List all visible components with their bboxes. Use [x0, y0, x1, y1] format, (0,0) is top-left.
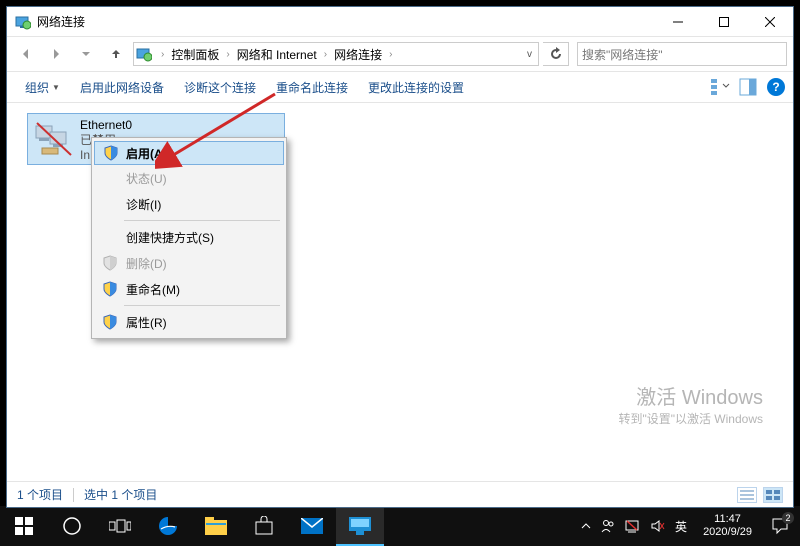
breadcrumb-network-internet[interactable]: 网络和 Internet	[235, 44, 319, 65]
organize-button[interactable]: 组织▼	[15, 75, 70, 100]
ctx-status: 状态(U)	[94, 165, 284, 191]
titlebar: 网络连接	[7, 7, 793, 37]
search-box[interactable]: 搜索"网络连接"	[577, 42, 787, 66]
watermark-line1: 激活 Windows	[618, 381, 763, 410]
status-bar: 1 个项目 选中 1 个项目	[7, 481, 793, 507]
network-tray-icon[interactable]	[625, 519, 641, 533]
volume-tray-icon[interactable]	[651, 519, 665, 533]
app-icon	[15, 14, 31, 30]
ctx-separator	[124, 220, 280, 221]
adapter-name: Ethernet0	[80, 118, 132, 133]
window-title: 网络连接	[37, 13, 85, 30]
ctx-rename[interactable]: 重命名(M)	[94, 276, 284, 302]
taskbar-tray-area: 英 11:47 2020/9/29 2	[573, 506, 800, 546]
details-view-button[interactable]	[737, 487, 757, 503]
recent-button[interactable]	[73, 41, 99, 67]
change-settings-button[interactable]: 更改此连接的设置	[358, 75, 474, 100]
breadcrumb-network-connections[interactable]: 网络连接	[332, 44, 384, 65]
ctx-delete: 删除(D)	[94, 250, 284, 276]
shield-icon	[103, 145, 119, 161]
shield-icon	[102, 255, 118, 271]
edge-taskbar-icon[interactable]	[144, 506, 192, 546]
taskbar: 英 11:47 2020/9/29 2	[0, 506, 800, 546]
start-button[interactable]	[0, 506, 48, 546]
mail-taskbar-icon[interactable]	[288, 506, 336, 546]
explorer-window: 网络连接 › 控制面板 › 网络和 Internet › 网络连接 › v	[6, 6, 794, 508]
clock-time: 11:47	[703, 513, 752, 526]
ime-indicator[interactable]: 英	[675, 518, 687, 535]
command-toolbar: 组织▼ 启用此网络设备 诊断这个连接 重命名此连接 更改此连接的设置 ?	[7, 71, 793, 103]
view-options-button[interactable]	[711, 78, 729, 96]
ctx-diagnose[interactable]: 诊断(I)	[94, 191, 284, 217]
search-placeholder: 搜索"网络连接"	[582, 46, 663, 63]
diagnose-button[interactable]: 诊断这个连接	[174, 75, 266, 100]
activation-watermark: 激活 Windows 转到"设置"以激活 Windows	[618, 381, 763, 427]
notification-badge: 2	[782, 512, 794, 524]
task-view-button[interactable]	[96, 506, 144, 546]
watermark-line2: 转到"设置"以激活 Windows	[618, 410, 763, 427]
breadcrumb-control-panel[interactable]: 控制面板	[169, 44, 221, 65]
clock-date: 2020/9/29	[703, 526, 752, 539]
refresh-button[interactable]	[543, 42, 569, 66]
status-selected-count: 选中 1 个项目	[84, 486, 157, 503]
ctx-enable[interactable]: 启用(A)	[94, 141, 284, 165]
address-icon	[136, 46, 152, 62]
status-separator	[73, 488, 74, 502]
taskbar-clock[interactable]: 11:47 2020/9/29	[695, 513, 760, 539]
minimize-button[interactable]	[655, 7, 701, 37]
store-taskbar-icon[interactable]	[240, 506, 288, 546]
shield-icon	[102, 314, 118, 330]
shield-icon	[102, 281, 118, 297]
forward-button[interactable]	[43, 41, 69, 67]
back-button[interactable]	[13, 41, 39, 67]
ctx-create-shortcut[interactable]: 创建快捷方式(S)	[94, 224, 284, 250]
enable-device-button[interactable]: 启用此网络设备	[70, 75, 174, 100]
close-button[interactable]	[747, 7, 793, 37]
help-button[interactable]: ?	[767, 78, 785, 96]
chevron-right-icon[interactable]: ›	[319, 49, 332, 60]
file-explorer-taskbar-icon[interactable]	[192, 506, 240, 546]
ctx-properties[interactable]: 属性(R)	[94, 309, 284, 335]
action-center-button[interactable]: 2	[760, 506, 800, 546]
ctx-separator	[124, 305, 280, 306]
chevron-right-icon[interactable]: ›	[221, 49, 234, 60]
address-row: › 控制面板 › 网络和 Internet › 网络连接 › v 搜索"网络连接…	[7, 37, 793, 71]
rename-button[interactable]: 重命名此连接	[266, 75, 358, 100]
chevron-right-icon[interactable]: ›	[156, 49, 169, 60]
tray-chevron-icon[interactable]	[581, 521, 591, 531]
up-button[interactable]	[103, 41, 129, 67]
maximize-button[interactable]	[701, 7, 747, 37]
chevron-right-icon[interactable]: ›	[384, 49, 397, 60]
large-icons-view-button[interactable]	[763, 487, 783, 503]
address-bar[interactable]: › 控制面板 › 网络和 Internet › 网络连接 › v	[133, 42, 539, 66]
cortana-button[interactable]	[48, 506, 96, 546]
network-adapter-icon	[34, 118, 74, 158]
context-menu: 启用(A) 状态(U) 诊断(I) 创建快捷方式(S) 删除(D) 重命名(M)…	[91, 137, 287, 339]
preview-pane-button[interactable]	[739, 78, 757, 96]
control-panel-taskbar-icon[interactable]	[336, 506, 384, 546]
status-item-count: 1 个项目	[17, 486, 63, 503]
address-dropdown-icon[interactable]: v	[523, 49, 536, 60]
people-tray-icon[interactable]	[601, 519, 615, 533]
